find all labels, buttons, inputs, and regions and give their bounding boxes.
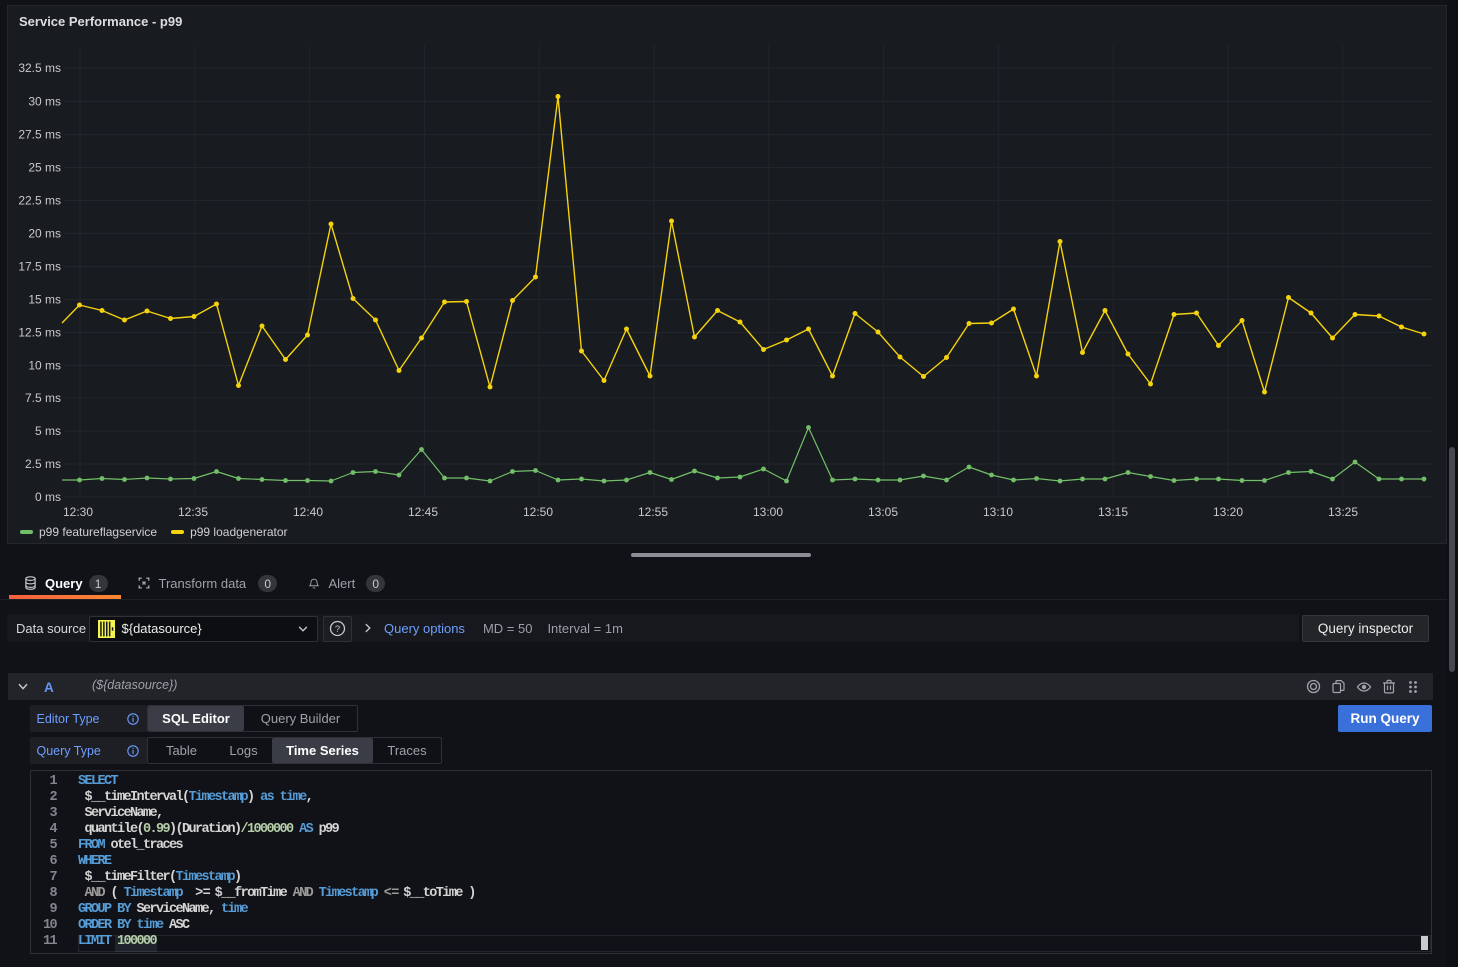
svg-text:13:15: 13:15: [1098, 505, 1128, 519]
svg-text:7.5 ms: 7.5 ms: [25, 391, 61, 405]
svg-text:12:30: 12:30: [63, 505, 93, 519]
svg-text:12:35: 12:35: [178, 505, 208, 519]
svg-text:15 ms: 15 ms: [28, 293, 61, 307]
svg-text:22.5 ms: 22.5 ms: [18, 194, 61, 208]
svg-text:13:00: 13:00: [753, 505, 783, 519]
svg-text:10 ms: 10 ms: [28, 359, 61, 373]
svg-text:13:05: 13:05: [868, 505, 898, 519]
svg-text:17.5 ms: 17.5 ms: [18, 260, 61, 274]
svg-text:25 ms: 25 ms: [28, 161, 61, 175]
svg-text:12:50: 12:50: [523, 505, 553, 519]
svg-text:13:25: 13:25: [1328, 505, 1358, 519]
svg-text:32.5 ms: 32.5 ms: [18, 61, 61, 75]
svg-text:12:55: 12:55: [638, 505, 668, 519]
svg-text:27.5 ms: 27.5 ms: [18, 128, 61, 142]
svg-text:30 ms: 30 ms: [28, 95, 61, 109]
svg-text:20 ms: 20 ms: [28, 227, 61, 241]
svg-text:12:45: 12:45: [408, 505, 438, 519]
svg-text:2.5 ms: 2.5 ms: [25, 457, 61, 471]
svg-text:5 ms: 5 ms: [35, 424, 61, 438]
svg-text:?: ?: [335, 624, 340, 635]
svg-text:13:10: 13:10: [983, 505, 1013, 519]
svg-text:12.5 ms: 12.5 ms: [18, 326, 61, 340]
svg-text:12:40: 12:40: [293, 505, 323, 519]
svg-text:13:20: 13:20: [1213, 505, 1243, 519]
svg-text:0 ms: 0 ms: [35, 490, 61, 504]
